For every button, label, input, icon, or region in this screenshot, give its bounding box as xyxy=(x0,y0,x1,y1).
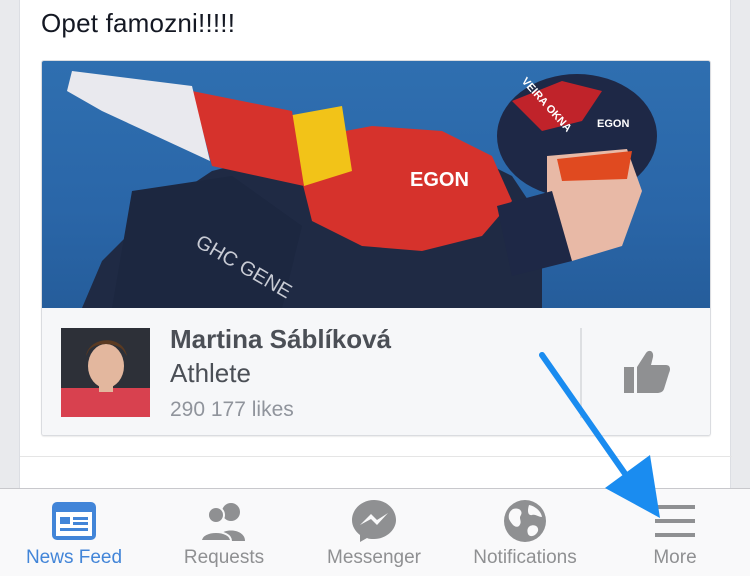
page-category: Athlete xyxy=(170,358,251,388)
tab-label: Notifications xyxy=(473,547,577,568)
page-cover-photo[interactable]: VEIRA OKNA EGON EGON GHC GENE xyxy=(42,61,710,308)
post-actions-row xyxy=(20,456,732,488)
bottom-tab-bar: News Feed Requests Messenger Notificatio… xyxy=(0,488,750,576)
news-feed: Opet famozni!!!!! VEIRA OKNA EGON EGON G… xyxy=(0,0,750,488)
shared-page-attachment[interactable]: VEIRA OKNA EGON EGON GHC GENE Martina Sá… xyxy=(41,60,711,436)
tab-news-feed[interactable]: News Feed xyxy=(14,489,134,576)
like-page-button[interactable] xyxy=(582,308,710,435)
speed-skater-image xyxy=(67,71,657,308)
page-info[interactable]: Martina Sáblíková Athlete 290 177 likes xyxy=(42,308,710,435)
post-card: Opet famozni!!!!! VEIRA OKNA EGON EGON G… xyxy=(19,0,732,488)
page-name[interactable]: Martina Sáblíková xyxy=(170,324,391,355)
tab-notifications[interactable]: Notifications xyxy=(460,489,590,576)
page-avatar[interactable] xyxy=(61,328,150,417)
page-likes-count: 290 177 likes xyxy=(170,398,294,421)
tab-more[interactable]: More xyxy=(620,489,730,576)
helmet-egon-text: EGON xyxy=(597,118,630,130)
athlete-portrait-image xyxy=(61,328,150,417)
thumbs-up-icon xyxy=(624,350,670,393)
globe-icon xyxy=(504,500,546,542)
post-text: Opet famozni!!!!! xyxy=(41,8,236,38)
tab-label: More xyxy=(653,547,697,568)
news-feed-icon xyxy=(52,502,96,540)
chest-egon-text: EGON xyxy=(410,169,469,191)
messenger-icon xyxy=(352,500,396,542)
tab-label: News Feed xyxy=(25,547,123,568)
tab-requests[interactable]: Requests xyxy=(164,489,284,576)
tab-label: Requests xyxy=(183,547,265,568)
hamburger-menu-icon xyxy=(655,505,695,537)
tab-label: Messenger xyxy=(327,547,421,568)
tab-messenger[interactable]: Messenger xyxy=(314,489,434,576)
friend-requests-icon xyxy=(199,503,245,541)
